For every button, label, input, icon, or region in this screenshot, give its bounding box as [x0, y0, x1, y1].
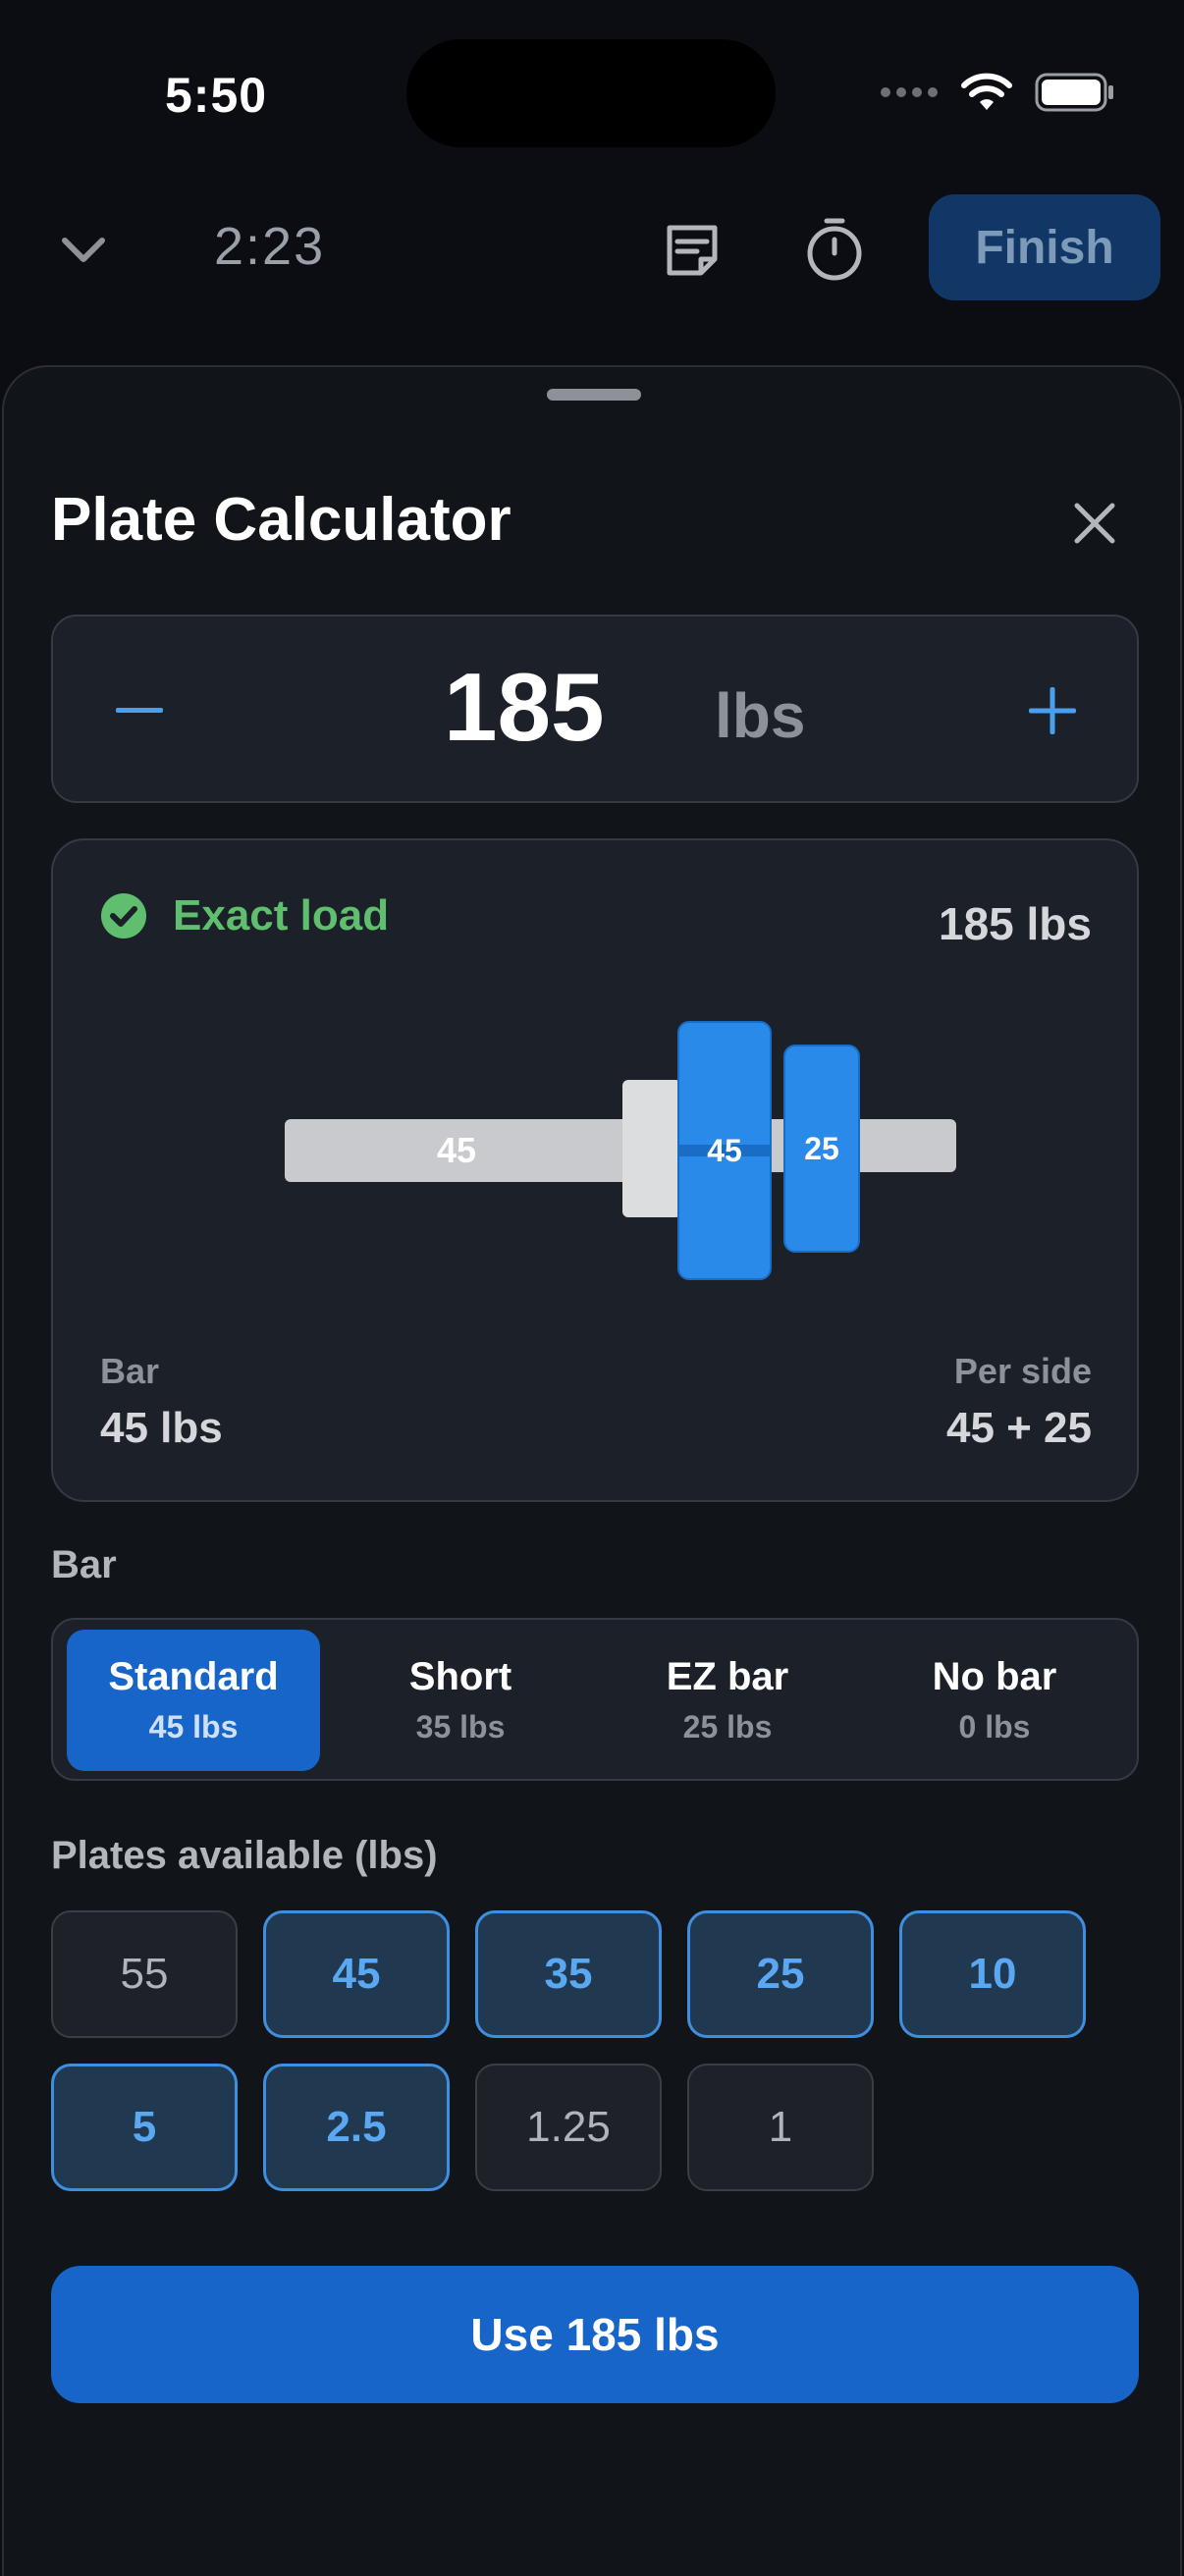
plate-chip-1[interactable]: 1: [687, 2064, 874, 2191]
load-card: 45 45 25 Exact load 185 lbs Bar 45 lbs P…: [51, 838, 1139, 1502]
dynamic-island: [406, 39, 776, 147]
workout-header: 2:23 Finish: [0, 187, 1184, 314]
bar-weight-value: 45 lbs: [100, 1404, 223, 1452]
bar-option-weight: 0 lbs: [958, 1709, 1031, 1744]
bar-option-name: Standard: [108, 1655, 279, 1698]
plate-chip-35[interactable]: 35: [475, 1910, 662, 2038]
finish-button[interactable]: Finish: [929, 194, 1160, 300]
bar-weight-label: 45: [436, 1130, 477, 1170]
weight-unit: lbs: [715, 680, 806, 751]
bar-option-name: EZ bar: [666, 1655, 789, 1698]
load-status: Exact load: [100, 891, 389, 940]
bar-option-name: No bar: [932, 1655, 1057, 1698]
increase-weight-button[interactable]: [1013, 671, 1092, 750]
collapse-button[interactable]: [49, 216, 118, 285]
stopwatch-icon: [807, 218, 862, 281]
bar-option-weight: 45 lbs: [148, 1709, 239, 1744]
bar-type-selector: Standard 45 lbs Short 35 lbs EZ bar 25 l…: [51, 1618, 1139, 1781]
weight-stepper: 185 lbs: [51, 615, 1139, 803]
status-icons: [880, 73, 1115, 117]
plate-chip-10[interactable]: 10: [899, 1910, 1086, 2038]
rest-timer-button[interactable]: [799, 214, 870, 285]
battery-icon: [1035, 73, 1115, 117]
load-status-text: Exact load: [173, 891, 390, 939]
plate-label: 45: [707, 1132, 742, 1168]
bar-option-name: Short: [408, 1655, 512, 1698]
bar-option-ez-bar[interactable]: EZ bar 25 lbs: [601, 1630, 854, 1771]
chevron-down-icon: [62, 238, 105, 262]
bar-option-standard[interactable]: Standard 45 lbs: [67, 1630, 320, 1771]
plate-label: 25: [804, 1130, 839, 1166]
elapsed-time: 2:23: [214, 217, 326, 276]
bar-option-weight: 35 lbs: [415, 1709, 506, 1744]
plate-45: 45: [677, 1021, 772, 1280]
weight-value: 185: [444, 653, 605, 761]
wifi-icon: [960, 73, 1013, 117]
notes-icon: [667, 225, 718, 276]
notes-button[interactable]: [658, 216, 727, 285]
cellular-signal-icon: [880, 85, 939, 104]
status-time: 5:50: [165, 68, 268, 123]
plate-chip-25[interactable]: 25: [687, 1910, 874, 2038]
plate-25: 25: [783, 1045, 860, 1253]
bar-option-no-bar[interactable]: No bar 0 lbs: [868, 1630, 1121, 1771]
bar-section-label: Bar: [51, 1543, 117, 1586]
minus-icon: [116, 708, 163, 713]
plate-chip-1-25[interactable]: 1.25: [475, 2064, 662, 2191]
bar-collar: [622, 1080, 681, 1217]
close-button[interactable]: [1060, 489, 1129, 558]
check-circle-icon: [101, 893, 146, 939]
sheet-grabber[interactable]: [547, 389, 641, 401]
per-side-value: 45 + 25: [945, 1404, 1092, 1452]
bar-label: Bar: [100, 1351, 160, 1391]
plate-chip-45[interactable]: 45: [263, 1910, 450, 2038]
load-total: 185 lbs: [939, 898, 1092, 949]
decrease-weight-button[interactable]: [100, 671, 179, 750]
per-side-label: Per side: [953, 1351, 1092, 1391]
bar-option-weight: 25 lbs: [682, 1709, 773, 1744]
plate-chip-5[interactable]: 5: [51, 2064, 238, 2191]
close-icon: [1074, 503, 1115, 544]
plates-section-label: Plates available (lbs): [51, 1834, 438, 1877]
status-bar: 5:50: [0, 0, 1184, 177]
bar-option-short[interactable]: Short 35 lbs: [334, 1630, 587, 1771]
plus-icon: [1029, 687, 1076, 734]
plate-chip-55[interactable]: 55: [51, 1910, 238, 2038]
plate-calculator-sheet: Plate Calculator 185 lbs 45 45 25 Exact …: [2, 365, 1182, 2576]
plate-chip-2-5[interactable]: 2.5: [263, 2064, 450, 2191]
sheet-title: Plate Calculator: [51, 486, 511, 554]
use-weight-button[interactable]: Use 185 lbs: [51, 2266, 1139, 2403]
